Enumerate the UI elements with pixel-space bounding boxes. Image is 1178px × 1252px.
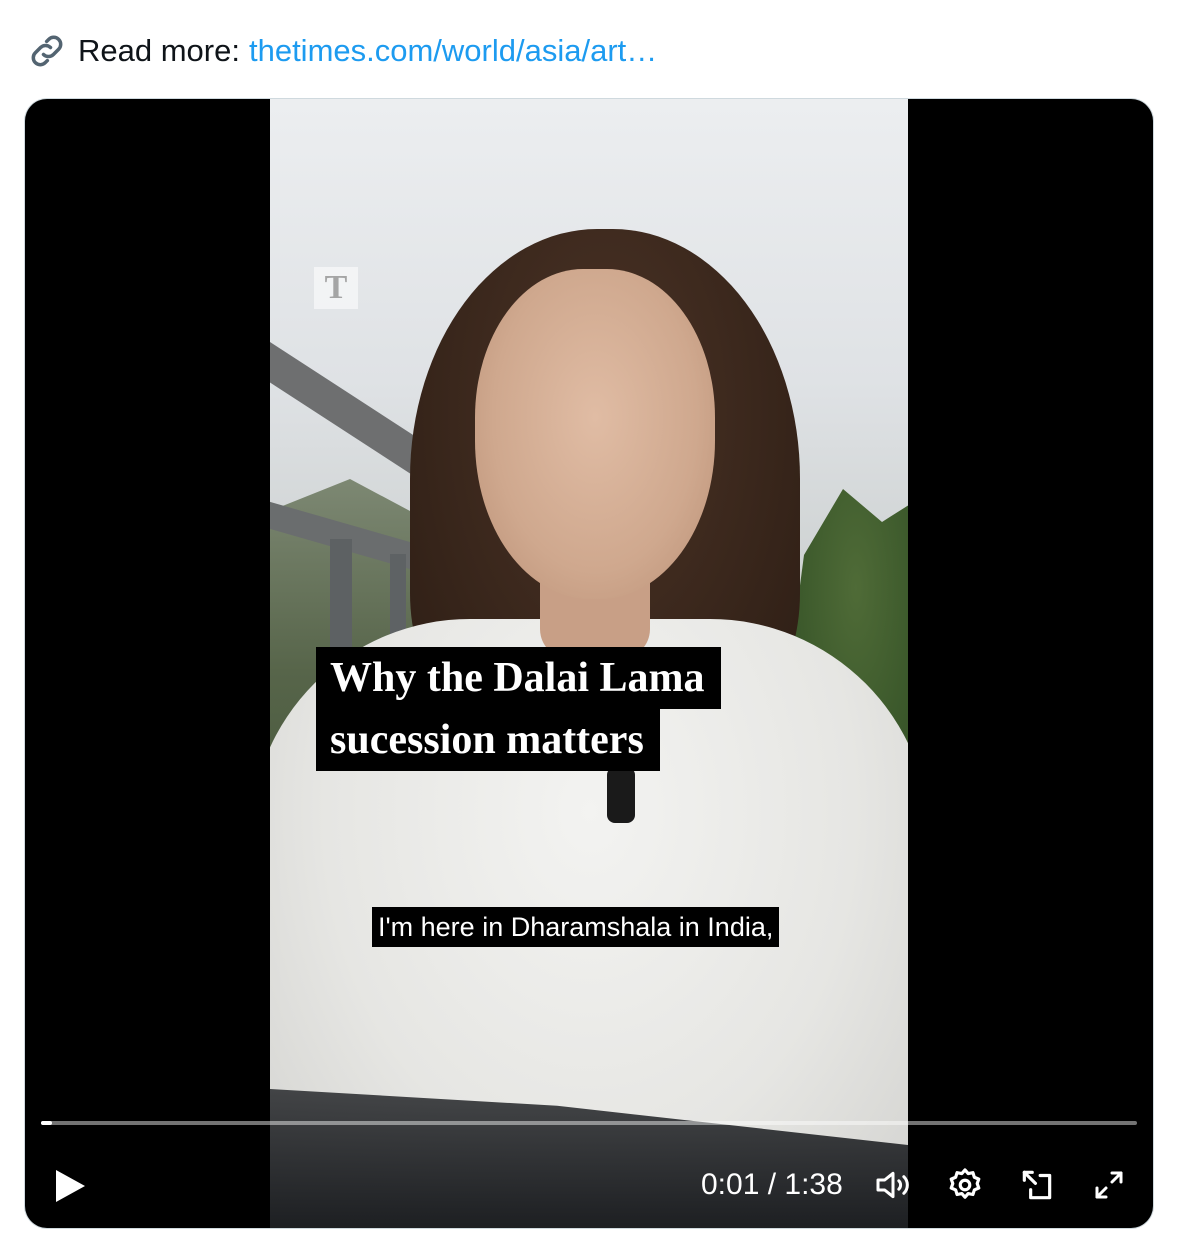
progress-bar[interactable]	[41, 1121, 1137, 1125]
settings-button[interactable]	[943, 1163, 987, 1207]
video-player[interactable]: T Why the Dalai Lama sucession matters I…	[25, 99, 1153, 1228]
link-icon	[26, 30, 68, 72]
picture-in-picture-button[interactable]	[1015, 1163, 1059, 1207]
play-button[interactable]	[47, 1163, 93, 1209]
fullscreen-button[interactable]	[1087, 1163, 1131, 1207]
volume-icon	[876, 1171, 909, 1199]
play-icon	[56, 1170, 85, 1202]
read-more-label: Read more:	[78, 33, 240, 68]
progress-fill	[41, 1121, 52, 1125]
gear-icon	[949, 1168, 981, 1199]
article-link[interactable]: thetimes.com/world/asia/art…	[249, 33, 657, 69]
player-controls: 0:01 / 1:38	[25, 1149, 1153, 1219]
presenter-face	[475, 269, 715, 599]
times-logo: T	[314, 267, 358, 309]
video-title-line-2: sucession matters	[316, 709, 660, 771]
time-display: 0:01 / 1:38	[701, 1168, 843, 1201]
video-title-line-1: Why the Dalai Lama	[316, 647, 721, 709]
volume-button[interactable]	[871, 1163, 915, 1207]
video-caption: I'm here in Dharamshala in India,	[372, 907, 780, 947]
video-frame[interactable]: T Why the Dalai Lama sucession matters I…	[270, 99, 908, 1228]
video-title-overlay: Why the Dalai Lama sucession matters	[316, 647, 721, 771]
read-more-line: Read more: thetimes.com/world/asia/art…	[26, 26, 657, 76]
picture-in-picture-icon	[1022, 1170, 1052, 1200]
fullscreen-icon	[1095, 1171, 1123, 1199]
lapel-microphone	[607, 767, 635, 823]
